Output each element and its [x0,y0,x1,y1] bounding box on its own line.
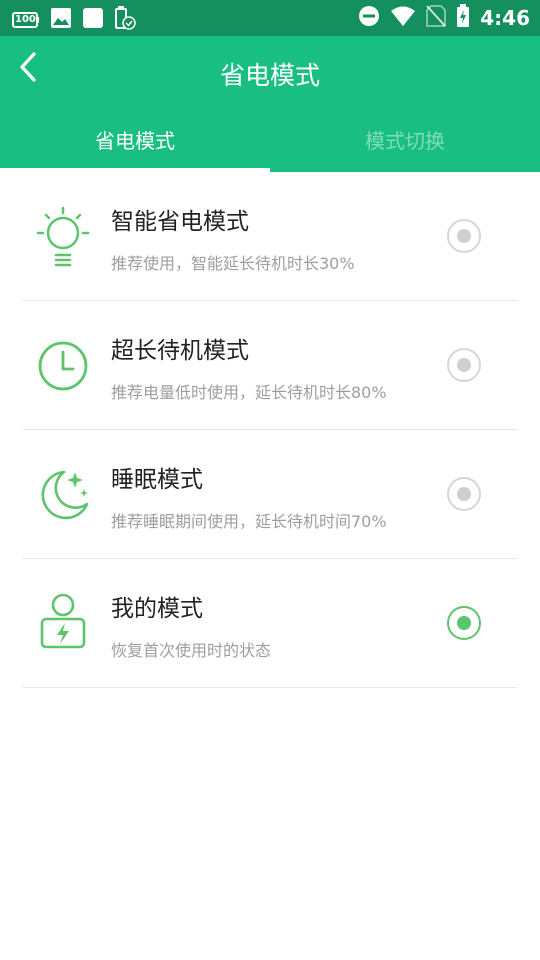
status-time: 4:46 [480,6,530,30]
list-item-smart-mode[interactable]: 智能省电模式 推荐使用，智能延长待机时长30% [0,172,540,301]
image-icon [50,7,72,33]
mode-title: 智能省电模式 [111,209,249,235]
list-item-sleep-mode[interactable]: 睡眠模式 推荐睡眠期间使用，延长待机时间70% [0,430,540,559]
mode-subtitle: 推荐使用，智能延长待机时长30% [111,254,355,273]
mode-title: 我的模式 [111,596,203,622]
battery-check-icon [114,6,136,34]
list-item-my-mode[interactable]: 我的模式 恢复首次使用时的状态 [0,559,540,688]
divider [23,687,517,688]
page-title: 省电模式 [219,61,320,90]
radio-dot [457,487,471,501]
mode-radio[interactable] [447,348,481,382]
battery-percent-text: 100 [15,14,36,25]
no-sim-icon [426,5,446,31]
radio-dot [457,229,471,243]
tab-bar: 省电模式 模式切换 [0,110,540,172]
mode-list: 智能省电模式 推荐使用，智能延长待机时长30% 超长待机模式 推荐电量低时使用，… [0,172,540,688]
mode-radio-selected[interactable] [447,606,481,640]
radio-dot [457,358,471,372]
battery-100-icon: 100 [12,10,40,30]
battery-charging-icon [456,4,470,32]
mode-title: 睡眠模式 [111,467,203,493]
list-item-long-standby-mode[interactable]: 超长待机模式 推荐电量低时使用，延长待机时长80% [0,301,540,430]
wifi-icon [390,5,416,31]
mode-subtitle: 推荐睡眠期间使用，延长待机时间70% [111,512,387,531]
mode-title: 超长待机模式 [111,338,249,364]
mode-radio[interactable] [447,219,481,253]
square-icon [82,7,104,33]
tab-label: 省电模式 [95,129,175,153]
tab-label: 模式切换 [365,129,445,153]
radio-dot [457,616,471,630]
bulb-icon [34,206,92,268]
clock-icon [34,335,92,397]
tab-mode-switch[interactable]: 模式切换 [270,110,540,172]
mode-radio[interactable] [447,477,481,511]
status-icons-left: 100 [12,6,136,34]
app-bar: 省电模式 省电模式 模式切换 [0,36,540,172]
user-battery-icon [34,593,92,655]
status-icons-right: 4:46 [358,4,530,32]
dnd-icon [358,5,380,31]
mode-subtitle: 推荐电量低时使用，延长待机时长80% [111,383,387,402]
mode-subtitle: 恢复首次使用时的状态 [111,641,272,660]
moon-icon [34,464,92,526]
tab-power-saving[interactable]: 省电模式 [0,110,270,172]
status-bar: 100 4:46 [0,0,540,36]
